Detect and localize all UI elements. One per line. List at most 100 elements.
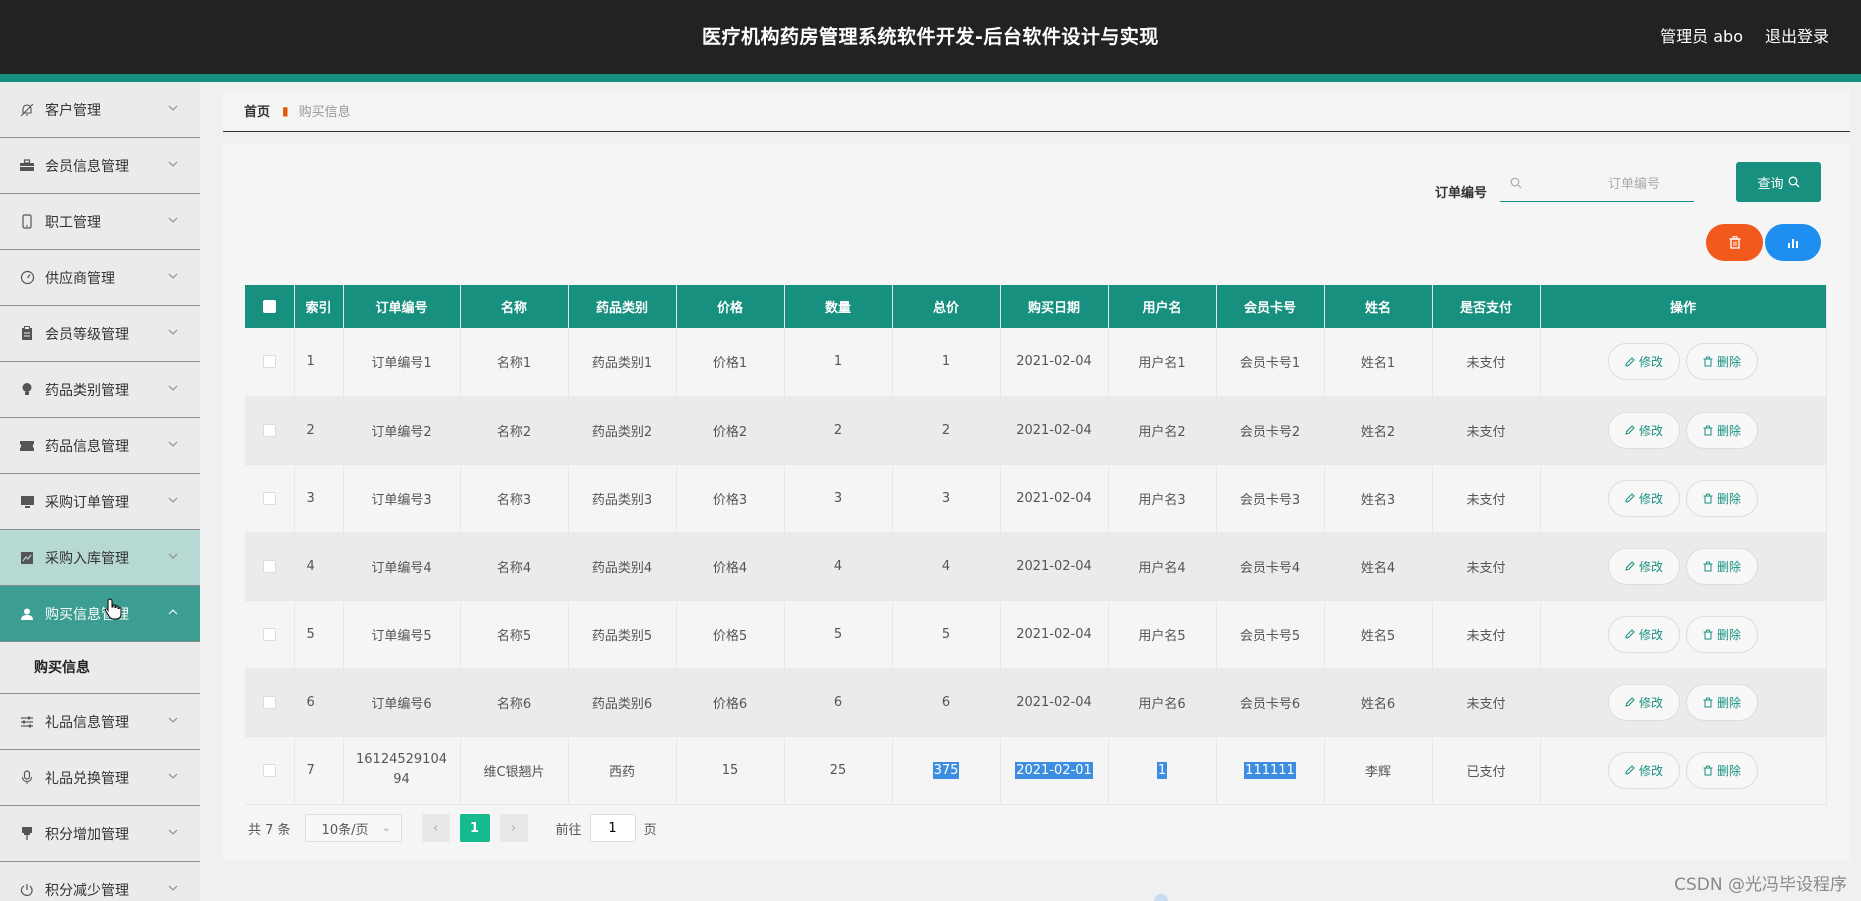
edit-button-label: 修改 (1638, 355, 1663, 370)
cell-value: 药品类别1 (591, 356, 653, 372)
edit-button-label: 修改 (1638, 695, 1663, 710)
hand-cursor-icon (104, 598, 122, 620)
chevron-down-icon (168, 492, 178, 506)
sidebar-item-7[interactable]: 药品信息管理 (0, 418, 200, 474)
table-cell: 2 (294, 396, 344, 465)
table-cell: 用户名4 (1108, 532, 1217, 601)
column-header: 用户名 (1108, 285, 1217, 328)
delete-button[interactable]: 删除 (1686, 479, 1758, 517)
cell-value: 2021-02-04 (1016, 490, 1092, 506)
sidebar-item-10[interactable]: 购买信息管理 (0, 586, 200, 642)
select-all-checkbox[interactable] (262, 300, 276, 313)
table-cell: 4 (294, 532, 344, 601)
row-checkbox[interactable] (262, 491, 276, 505)
table-cell: 2021-02-01 (1000, 736, 1109, 805)
phone-icon (19, 214, 35, 230)
cell-value: 西药 (608, 764, 635, 780)
table-cell: 用户名1 (1108, 328, 1217, 397)
sidebar-item-1[interactable]: 客户管理 (0, 82, 200, 138)
cell-value: 名称4 (496, 560, 532, 576)
prev-page-button[interactable]: ‹ (421, 814, 450, 842)
submenu-item-purchase-info[interactable]: 购买信息 (0, 642, 200, 694)
page-unit-label: 页 (643, 822, 657, 838)
edit-button[interactable]: 修改 (1608, 411, 1680, 449)
delete-button[interactable]: 删除 (1686, 343, 1758, 381)
cell-value: 用户名2 (1138, 424, 1186, 440)
sidebar-item-6[interactable]: 药品类别管理 (0, 362, 200, 418)
table-row: 6 订单编号6 名称6 药品类别6 价格6 6 6 2021-02-04 用户名6 会员卡号6 姓名… (245, 668, 1827, 737)
sidebar-item-14[interactable]: 积分减少管理 (0, 862, 200, 901)
edit-button[interactable]: 修改 (1608, 615, 1680, 653)
logout-link[interactable]: 退出登录 (1765, 0, 1829, 74)
pagination: 共 7 条 10条/页 ⌄ ‹ 1 › 前往 页 (248, 814, 657, 842)
sidebar-item-12[interactable]: 礼品兑换管理 (0, 750, 200, 806)
table-row: 3 订单编号3 名称3 药品类别3 价格3 3 3 2021-02-04 用户名3 会员卡号3 姓名… (245, 464, 1827, 533)
batch-delete-button[interactable] (1706, 224, 1763, 261)
table-cell: 名称6 (460, 668, 569, 737)
breadcrumb-home[interactable]: 首页 (244, 101, 270, 120)
cell-value: 用户名5 (1138, 628, 1186, 644)
page-size-select[interactable]: 10条/页 ⌄ (304, 814, 402, 842)
order-number-search-input[interactable] (1522, 177, 1672, 192)
cell-value: 名称3 (496, 492, 532, 508)
delete-button-label: 删除 (1716, 491, 1741, 506)
sidebar-item-13[interactable]: 积分增加管理 (0, 806, 200, 862)
sidebar-item-8[interactable]: 采购订单管理 (0, 474, 200, 530)
delete-button-label: 删除 (1716, 559, 1741, 574)
goto-page-input[interactable] (589, 814, 636, 842)
statistics-button[interactable] (1765, 224, 1821, 261)
table-cell: 姓名5 (1324, 600, 1433, 669)
row-checkbox[interactable] (262, 559, 276, 573)
trash-icon (1729, 236, 1740, 249)
sidebar-item-label: 积分增加管理 (45, 826, 129, 843)
table-cell: 6 (892, 668, 1001, 737)
edit-button-label: 修改 (1638, 627, 1663, 642)
delete-button-label: 删除 (1716, 695, 1741, 710)
delete-button[interactable]: 删除 (1686, 751, 1758, 789)
next-page-button[interactable]: › (499, 814, 528, 842)
delete-button[interactable]: 删除 (1686, 547, 1758, 585)
table-cell: 3 (294, 464, 344, 533)
top-header: 医疗机构药房管理系统软件开发-后台软件设计与实现 管理员 abo 退出登录 (0, 0, 1861, 74)
sidebar-item-9[interactable]: 采购入库管理 (0, 530, 200, 586)
row-checkbox[interactable] (262, 423, 276, 437)
edit-button-label: 修改 (1638, 559, 1663, 574)
cell-value: 6 (833, 694, 843, 710)
edit-button[interactable]: 修改 (1608, 343, 1680, 381)
cell-value: 3 (833, 490, 843, 506)
row-checkbox[interactable] (262, 627, 276, 641)
cell-value: 姓名5 (1360, 628, 1396, 644)
edit-button[interactable]: 修改 (1608, 683, 1680, 721)
delete-button[interactable]: 删除 (1686, 615, 1758, 653)
delete-button-label: 删除 (1716, 627, 1741, 642)
cell-value: 2 (833, 422, 843, 438)
delete-button[interactable]: 删除 (1686, 411, 1758, 449)
edit-button[interactable]: 修改 (1608, 751, 1680, 789)
sidebar-item-4[interactable]: 供应商管理 (0, 250, 200, 306)
sidebar-item-2[interactable]: 会员信息管理 (0, 138, 200, 194)
table-cell: 15 (676, 736, 785, 805)
table-cell: 1 (294, 328, 344, 397)
trash-icon (1703, 629, 1713, 639)
row-select-cell (245, 668, 295, 737)
query-button[interactable]: 查询 (1736, 162, 1821, 202)
sidebar-item-5[interactable]: 会员等级管理 (0, 306, 200, 362)
row-checkbox[interactable] (262, 355, 276, 369)
sidebar-item-11[interactable]: 礼品信息管理 (0, 694, 200, 750)
cell-value: 订单编号4 (371, 560, 432, 576)
row-checkbox[interactable] (262, 695, 276, 709)
page-number-current[interactable]: 1 (459, 814, 490, 842)
cell-value: 订单编号5 (371, 628, 432, 644)
row-checkbox[interactable] (262, 763, 276, 777)
cell-value: 未支付 (1466, 424, 1506, 440)
column-header: 购买日期 (1000, 285, 1109, 328)
cell-value: 名称5 (496, 628, 532, 644)
edit-button[interactable]: 修改 (1608, 479, 1680, 517)
sidebar-item-3[interactable]: 职工管理 (0, 194, 200, 250)
trash-icon (1703, 356, 1713, 367)
edit-button[interactable]: 修改 (1608, 547, 1680, 585)
delete-button[interactable]: 删除 (1686, 683, 1758, 721)
table-cell: 111111 (1216, 736, 1325, 805)
trash-icon (1703, 765, 1713, 775)
cell-value: 维C银翘片 (483, 764, 545, 780)
